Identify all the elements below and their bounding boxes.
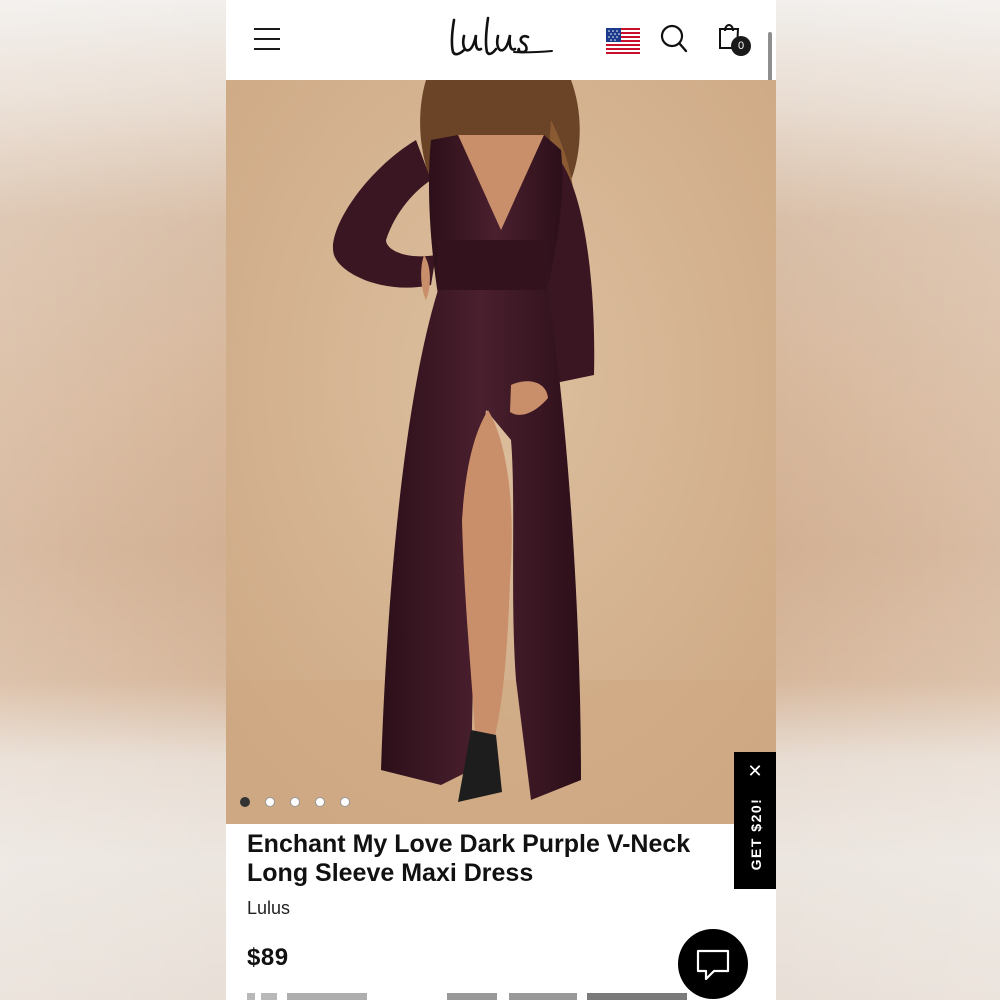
hamburger-menu-icon[interactable]: [254, 28, 280, 50]
carousel-dot-2[interactable]: [265, 797, 275, 807]
shopping-bag-icon[interactable]: 0: [716, 20, 756, 60]
us-flag-icon[interactable]: [606, 28, 640, 54]
partially-visible-text: [247, 993, 687, 1000]
lulus-logo[interactable]: [448, 12, 558, 62]
chat-button[interactable]: [678, 929, 748, 999]
product-image[interactable]: [226, 80, 776, 824]
product-brand[interactable]: Lulus: [247, 898, 290, 919]
carousel-dot-3[interactable]: [290, 797, 300, 807]
search-icon[interactable]: [660, 24, 688, 54]
close-icon[interactable]: ✕: [746, 762, 764, 780]
site-header: 0: [226, 0, 776, 170]
blurred-background-right: [776, 0, 1000, 1000]
carousel-dot-1[interactable]: [240, 797, 250, 807]
promo-label: GET $20!: [748, 797, 764, 871]
carousel-dot-4[interactable]: [315, 797, 325, 807]
cart-count-badge: 0: [731, 36, 751, 56]
product-price: $89: [247, 944, 289, 971]
mobile-screen: 0 ✕ GET $20! Enchant My Love Dark Purple…: [226, 0, 776, 1000]
blurred-background-left: [0, 0, 226, 1000]
get-discount-tab[interactable]: ✕ GET $20!: [734, 752, 776, 889]
chat-bubble-icon: [696, 949, 730, 981]
product-title: Enchant My Love Dark Purple V-Neck Long …: [247, 830, 691, 887]
carousel-dot-5[interactable]: [340, 797, 350, 807]
